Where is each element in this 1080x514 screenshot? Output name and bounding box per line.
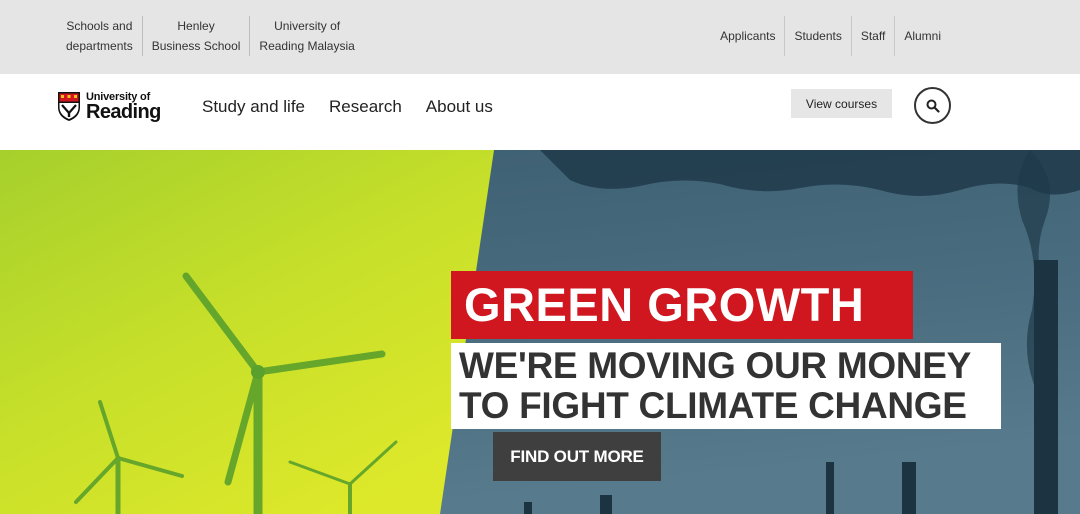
utility-left-nav: Schools and departments Henley Business … xyxy=(57,16,364,56)
site-header: University of Reading Study and life Res… xyxy=(0,74,1080,150)
hero-banner: GREEN GROWTH WE'RE MOVING OUR MONEY TO F… xyxy=(0,150,1080,514)
utility-link-schools[interactable]: Schools and departments xyxy=(57,16,143,56)
nav-about-us[interactable]: About us xyxy=(426,96,493,118)
logo-text: University of Reading xyxy=(86,91,161,123)
utility-link-staff[interactable]: Staff xyxy=(850,16,894,56)
hero-subheadline-line: WE'RE MOVING OUR MONEY xyxy=(459,345,971,386)
view-courses-button[interactable]: View courses xyxy=(791,89,892,118)
search-button[interactable] xyxy=(914,87,951,124)
utility-link-line: departments xyxy=(66,39,133,53)
utility-link-line: University of xyxy=(274,19,341,33)
utility-link-line: Schools and xyxy=(66,19,133,33)
nav-study-and-life[interactable]: Study and life xyxy=(202,96,305,118)
utility-link-applicants[interactable]: Applicants xyxy=(711,16,784,56)
utility-right-nav: Applicants Students Staff Alumni xyxy=(711,16,950,56)
hero-subheadline-line: TO FIGHT CLIMATE CHANGE xyxy=(459,385,967,426)
utility-link-line: Henley xyxy=(177,19,215,33)
utility-bar: Schools and departments Henley Business … xyxy=(0,0,1080,74)
logo-big-text: Reading xyxy=(86,100,161,123)
utility-link-henley[interactable]: Henley Business School xyxy=(143,16,251,56)
find-out-more-button[interactable]: FIND OUT MORE xyxy=(493,432,661,481)
main-nav: Study and life Research About us xyxy=(202,96,493,118)
utility-link-malaysia[interactable]: University of Reading Malaysia xyxy=(250,16,363,56)
utility-link-line: Business School xyxy=(151,39,241,53)
search-icon xyxy=(926,99,940,113)
crest-logo-icon xyxy=(58,92,80,121)
utility-link-alumni[interactable]: Alumni xyxy=(894,16,950,56)
nav-research[interactable]: Research xyxy=(329,96,402,118)
hero-headline: GREEN GROWTH xyxy=(451,271,913,339)
site-logo[interactable]: University of Reading xyxy=(57,91,161,122)
hero-subheadline: WE'RE MOVING OUR MONEY TO FIGHT CLIMATE … xyxy=(451,343,1001,429)
utility-link-line: Reading Malaysia xyxy=(259,39,355,53)
utility-link-students[interactable]: Students xyxy=(784,16,850,56)
